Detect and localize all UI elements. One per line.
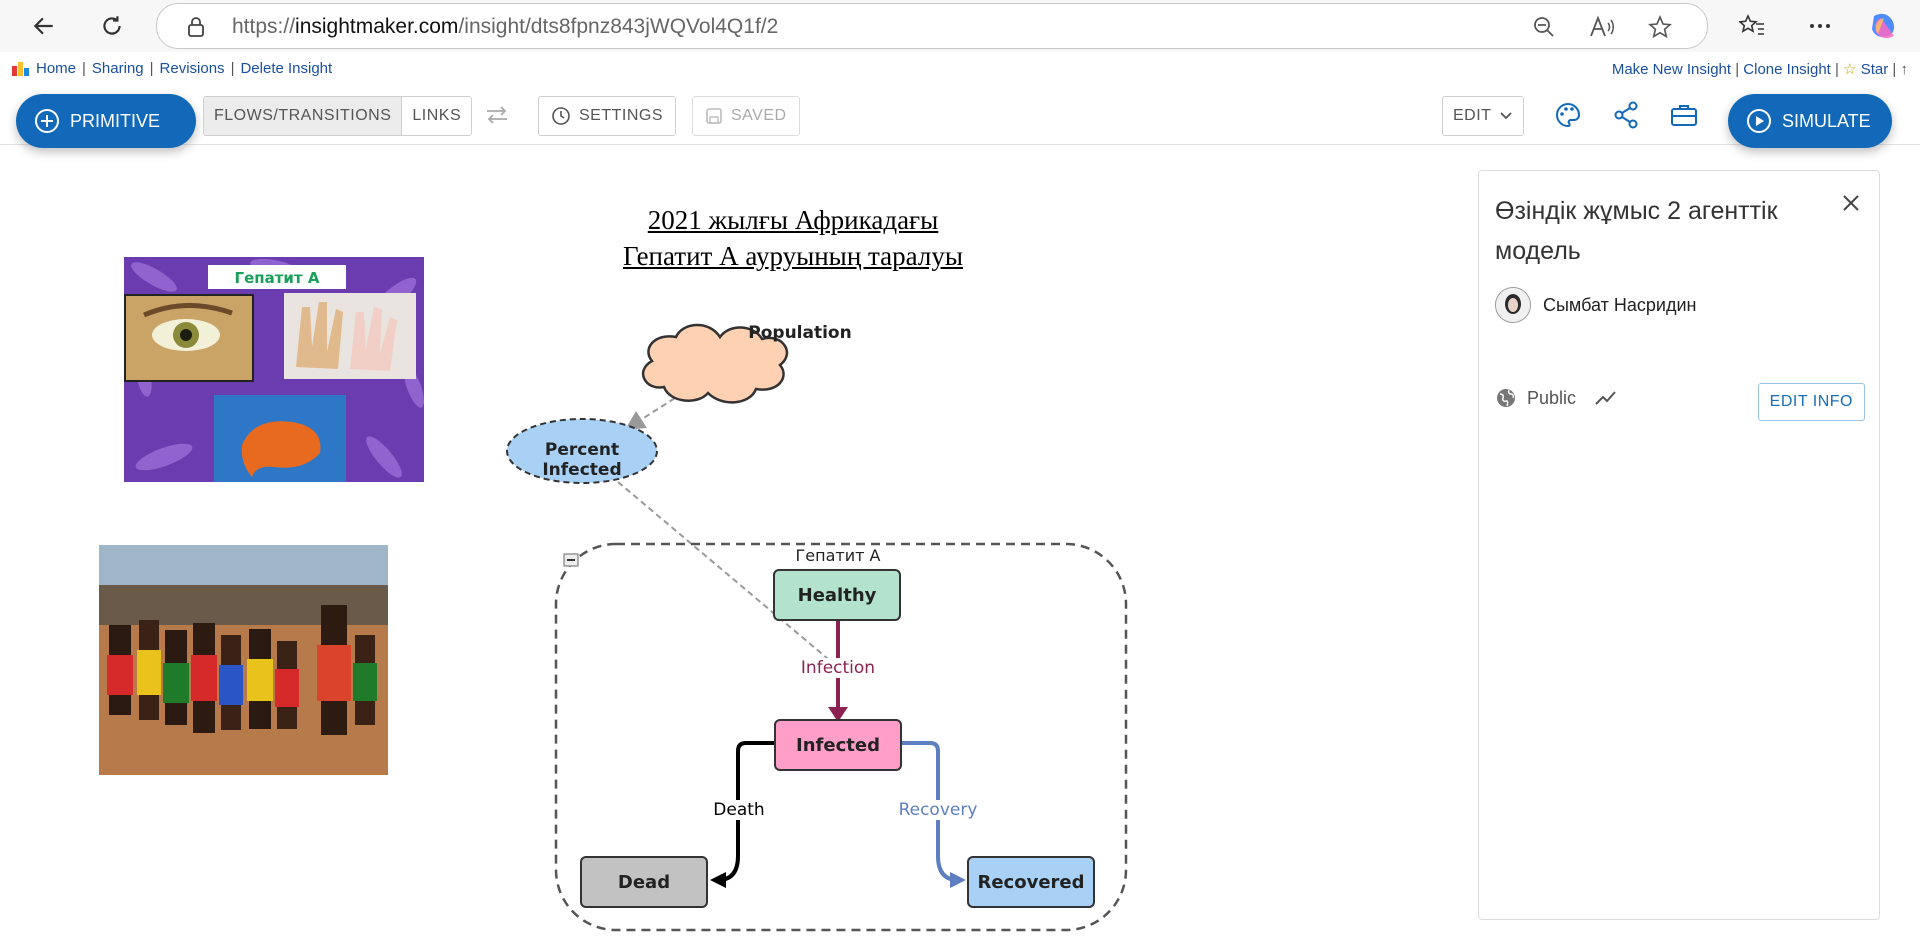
link-separator: | [82, 60, 86, 77]
more-options-icon[interactable] [1802, 8, 1838, 44]
editor-toolbar: PRIMITIVE FLOWS/TRANSITIONS LINKS SETTIN… [0, 84, 1920, 148]
death-arrowhead [710, 872, 726, 888]
links-button[interactable]: LINKS [401, 97, 471, 135]
edit-info-button[interactable]: EDIT INFO [1757, 383, 1865, 421]
connection-mode-group: FLOWS/TRANSITIONS LINKS [203, 96, 473, 136]
author-name[interactable]: Сымбат Насридин [1543, 295, 1696, 316]
home-link[interactable]: Home [36, 60, 76, 77]
death-flow-label: Death [712, 800, 766, 820]
insightmaker-logo-icon [12, 61, 29, 76]
top-links-row: Home | Sharing | Revisions | Delete Insi… [0, 58, 1920, 80]
close-icon [1843, 195, 1859, 211]
close-panel-button[interactable] [1837, 189, 1865, 217]
chevron-down-icon [1500, 112, 1513, 120]
add-primitive-button[interactable]: PRIMITIVE [16, 94, 196, 148]
infected-stock[interactable]: Infected [774, 719, 902, 771]
population-label: Population [748, 323, 852, 343]
healthy-stock[interactable]: Healthy [773, 569, 901, 621]
delete-insight-link[interactable]: Delete Insight [240, 60, 332, 77]
lock-icon[interactable] [183, 14, 209, 40]
insight-title: Өзіндік жұмыс 2 агенттік модель [1495, 197, 1778, 265]
address-bar[interactable]: https://insightmaker.com/insight/dts8fpn… [156, 3, 1708, 49]
insight-info-panel: Өзіндік жұмыс 2 агенттік модель Сымбат Н… [1478, 170, 1880, 920]
saved-button[interactable]: SAVED [692, 96, 800, 136]
favorites-icon[interactable] [1734, 8, 1770, 44]
saved-label: SAVED [731, 107, 787, 124]
zoom-out-icon[interactable] [1531, 14, 1557, 40]
recovery-flow-label: Recovery [894, 800, 982, 820]
browser-bar: https://insightmaker.com/insight/dts8fpn… [0, 0, 1920, 52]
copilot-icon[interactable] [1866, 8, 1902, 44]
settings-button[interactable]: SETTINGS [538, 96, 677, 136]
make-new-insight-link[interactable]: Make New Insight [1612, 61, 1731, 78]
star-link[interactable]: Star [1861, 61, 1889, 78]
share-icon[interactable] [1611, 100, 1641, 130]
link-separator: | [1835, 61, 1839, 78]
link-separator: | [230, 60, 235, 77]
primitive-label: PRIMITIVE [70, 110, 161, 131]
globe-icon [1497, 389, 1515, 407]
clock-icon [552, 107, 570, 125]
percent-infected-label: Percent Infected [542, 440, 622, 480]
swap-direction-icon[interactable] [482, 100, 512, 130]
play-circle-icon [1747, 109, 1771, 133]
infection-flow-label: Infection [798, 658, 878, 678]
revisions-link[interactable]: Revisions [160, 60, 225, 77]
flows-transitions-button[interactable]: FLOWS/TRANSITIONS [204, 97, 402, 135]
clone-insight-link[interactable]: Clone Insight [1743, 61, 1831, 78]
add-circle-icon [35, 109, 59, 133]
agent-group-label: Гепатит А [795, 546, 881, 565]
reload-icon [103, 16, 121, 35]
back-arrow-icon [33, 17, 53, 35]
favorite-star-icon[interactable] [1647, 14, 1673, 40]
sharing-link[interactable]: Sharing [92, 60, 144, 77]
back-button[interactable] [26, 8, 62, 44]
save-disk-icon [706, 108, 722, 124]
recovered-stock[interactable]: Recovered [967, 856, 1095, 908]
visibility-row: Public [1495, 387, 1618, 409]
author-row[interactable]: Сымбат Насридин [1495, 287, 1696, 323]
link-separator: | [149, 60, 154, 77]
avatar[interactable] [1495, 287, 1531, 323]
toolbox-icon[interactable] [1669, 100, 1699, 130]
link-tail: | ↑ [1892, 61, 1908, 78]
settings-label: SETTINGS [579, 107, 664, 124]
simulate-label: SIMULATE [1782, 110, 1871, 131]
palette-icon[interactable] [1553, 100, 1583, 130]
simulate-button[interactable]: SIMULATE [1728, 94, 1892, 148]
trending-icon [1595, 391, 1616, 405]
edit-label: EDIT [1453, 107, 1492, 124]
model-diagram [506, 323, 1128, 932]
dead-stock[interactable]: Dead [580, 856, 708, 908]
star-outline-icon[interactable]: ☆ [1843, 61, 1856, 78]
reload-button[interactable] [94, 8, 130, 44]
read-aloud-icon[interactable] [1589, 14, 1615, 40]
recovery-arrowhead [950, 872, 966, 888]
link-separator: | [1735, 61, 1740, 78]
edit-dropdown[interactable]: EDIT [1442, 96, 1525, 136]
url-text[interactable]: https://insightmaker.com/insight/dts8fpn… [232, 15, 778, 39]
visibility-label: Public [1527, 387, 1577, 408]
